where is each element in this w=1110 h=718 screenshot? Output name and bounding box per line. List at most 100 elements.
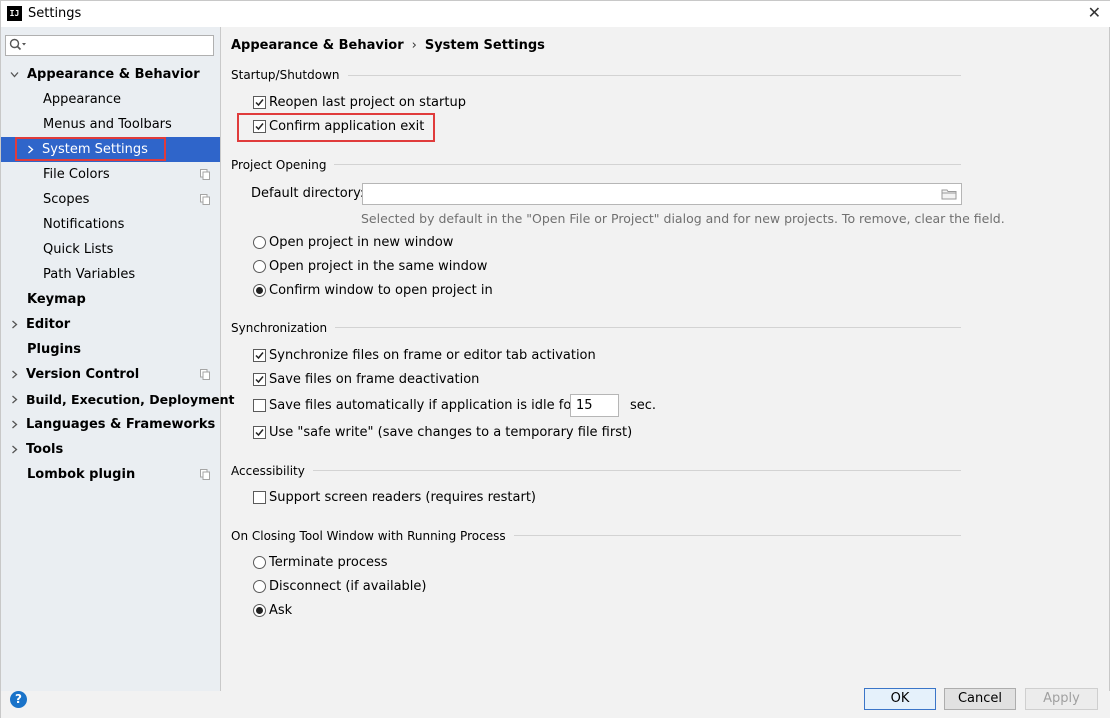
sidebar-item-menus-toolbars[interactable]: Menus and Toolbars bbox=[1, 112, 220, 137]
sidebar-item-tools[interactable]: Tools bbox=[1, 437, 220, 462]
ok-button[interactable]: OK bbox=[864, 688, 936, 710]
radio-label: Open project in the same window bbox=[269, 259, 488, 274]
intellij-icon: IJ bbox=[7, 6, 22, 21]
chevron-right-icon bbox=[12, 320, 18, 329]
title-bar: IJ Settings ✕ bbox=[1, 1, 1110, 27]
chevron-right-icon bbox=[12, 395, 18, 404]
sidebar-item-label: Editor bbox=[26, 317, 71, 332]
default-directory-hint: Selected by default in the "Open File or… bbox=[361, 211, 1005, 226]
seconds-unit-label: sec. bbox=[630, 398, 657, 413]
sidebar-item-appearance-behavior[interactable]: Appearance & Behavior bbox=[1, 62, 220, 87]
sidebar-item-build-execution-deployment[interactable]: Build, Execution, Deployment bbox=[1, 387, 234, 412]
breadcrumb: Appearance & Behavior › System Settings bbox=[231, 38, 545, 53]
check-icon bbox=[255, 99, 264, 107]
section-title-startup: Startup/Shutdown bbox=[231, 68, 348, 82]
radio-circle bbox=[253, 604, 266, 617]
chevron-down-icon bbox=[10, 72, 19, 78]
sidebar-item-label: Keymap bbox=[27, 292, 86, 307]
sidebar-item-label: Scopes bbox=[43, 192, 90, 207]
sidebar-item-editor[interactable]: Editor bbox=[1, 312, 220, 337]
sidebar-item-label: Languages & Frameworks bbox=[26, 417, 216, 432]
sidebar-item-notifications[interactable]: Notifications bbox=[1, 212, 220, 237]
chevron-right-icon bbox=[28, 145, 34, 154]
sidebar-item-system-settings[interactable]: System Settings bbox=[1, 137, 220, 162]
radio-label: Terminate process bbox=[269, 555, 388, 570]
section-divider bbox=[231, 470, 961, 471]
check-icon bbox=[255, 429, 264, 437]
sidebar-item-version-control[interactable]: Version Control bbox=[1, 362, 220, 387]
folder-icon[interactable] bbox=[941, 188, 957, 200]
check-icon bbox=[255, 352, 264, 360]
sidebar-item-label: Path Variables bbox=[43, 267, 136, 282]
cancel-button[interactable]: Cancel bbox=[944, 688, 1016, 710]
radio-label: Open project in new window bbox=[269, 235, 454, 250]
sidebar-item-label: File Colors bbox=[43, 167, 110, 182]
idle-seconds-input[interactable]: 15 bbox=[570, 394, 619, 417]
sidebar-item-label: Tools bbox=[26, 442, 64, 457]
sidebar-item-label: System Settings bbox=[42, 142, 148, 157]
dialog-button-bar: ? OK Cancel Apply bbox=[1, 688, 1110, 718]
check-icon bbox=[255, 376, 264, 384]
project-scope-icon bbox=[200, 369, 210, 380]
checkbox-box bbox=[253, 96, 266, 109]
sidebar-item-appearance[interactable]: Appearance bbox=[1, 87, 220, 112]
radio-circle bbox=[253, 284, 266, 297]
sidebar-item-label: Lombok plugin bbox=[27, 467, 136, 482]
section-divider bbox=[231, 164, 961, 165]
breadcrumb-separator: › bbox=[411, 38, 417, 53]
sidebar-item-lombok-plugin[interactable]: Lombok plugin bbox=[1, 462, 220, 487]
project-scope-icon bbox=[200, 469, 210, 480]
sidebar-item-languages-frameworks[interactable]: Languages & Frameworks bbox=[1, 412, 220, 437]
chevron-right-icon bbox=[12, 370, 18, 379]
checkbox-box bbox=[253, 349, 266, 362]
checkbox-label: Save files automatically if application … bbox=[269, 398, 577, 413]
settings-sidebar: Appearance & Behavior Appearance Menus a… bbox=[1, 27, 234, 691]
window-title: Settings bbox=[28, 6, 82, 21]
sidebar-item-label: Plugins bbox=[27, 342, 81, 357]
radio-circle bbox=[253, 236, 266, 249]
checkbox-box bbox=[253, 491, 266, 504]
checkbox-box bbox=[253, 426, 266, 439]
sidebar-item-label: Notifications bbox=[43, 217, 125, 232]
project-scope-icon bbox=[200, 169, 210, 180]
sidebar-item-plugins[interactable]: Plugins bbox=[1, 337, 220, 362]
section-title-project-opening: Project Opening bbox=[231, 158, 335, 172]
search-icon bbox=[9, 38, 26, 51]
sidebar-item-scopes[interactable]: Scopes bbox=[1, 187, 220, 212]
section-title-accessibility: Accessibility bbox=[231, 464, 313, 478]
default-directory-field[interactable] bbox=[362, 183, 962, 205]
default-directory-label: Default directory: bbox=[251, 186, 365, 201]
checkbox-label: Reopen last project on startup bbox=[269, 95, 466, 110]
settings-window: IJ Settings ✕ Appearance & Behavior Appe… bbox=[0, 0, 1110, 718]
search-input[interactable] bbox=[5, 35, 214, 56]
checkbox-label: Save files on frame deactivation bbox=[269, 372, 480, 387]
chevron-right-icon bbox=[12, 445, 18, 454]
breadcrumb-parent: Appearance & Behavior bbox=[231, 38, 404, 53]
sidebar-item-keymap[interactable]: Keymap bbox=[1, 287, 220, 312]
sidebar-item-label: Appearance & Behavior bbox=[27, 67, 200, 82]
sidebar-item-label: Menus and Toolbars bbox=[43, 117, 172, 132]
checkbox-box bbox=[253, 373, 266, 386]
radio-label: Disconnect (if available) bbox=[269, 579, 427, 594]
apply-button[interactable]: Apply bbox=[1025, 688, 1098, 710]
checkbox-label: Confirm application exit bbox=[269, 119, 425, 134]
radio-circle bbox=[253, 580, 266, 593]
sidebar-item-label: Appearance bbox=[43, 92, 122, 107]
sidebar-item-path-variables[interactable]: Path Variables bbox=[1, 262, 220, 287]
radio-circle bbox=[253, 260, 266, 273]
sidebar-item-quick-lists[interactable]: Quick Lists bbox=[1, 237, 220, 262]
section-divider bbox=[231, 327, 961, 328]
project-scope-icon bbox=[200, 194, 210, 205]
sidebar-item-label: Quick Lists bbox=[43, 242, 114, 257]
section-title-synchronization: Synchronization bbox=[231, 321, 336, 335]
radio-circle bbox=[253, 556, 266, 569]
help-icon[interactable]: ? bbox=[10, 691, 27, 708]
checkbox-label: Synchronize files on frame or editor tab… bbox=[269, 348, 596, 363]
settings-content: Appearance & Behavior › System Settings St… bbox=[221, 27, 1110, 691]
sidebar-item-file-colors[interactable]: File Colors bbox=[1, 162, 220, 187]
close-icon[interactable]: ✕ bbox=[1088, 4, 1101, 22]
sidebar-item-label: Version Control bbox=[26, 367, 140, 382]
checkbox-box bbox=[253, 120, 266, 133]
breadcrumb-current: System Settings bbox=[424, 38, 545, 53]
sidebar-item-label: Build, Execution, Deployment bbox=[26, 392, 235, 407]
